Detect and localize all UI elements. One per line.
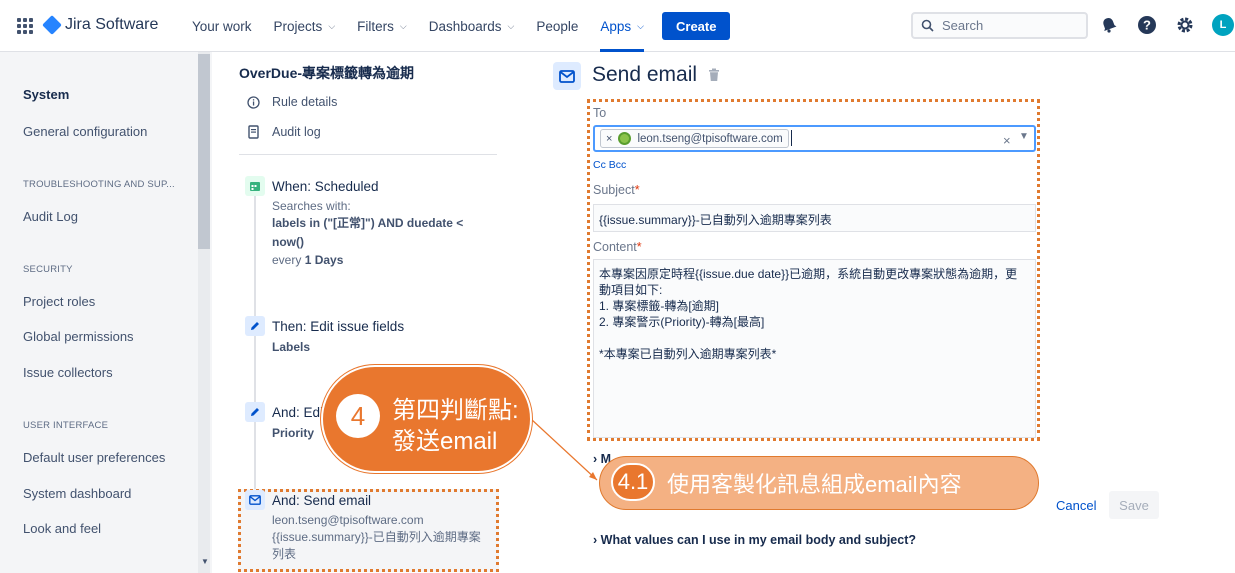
step41-number: 4.1: [611, 463, 655, 501]
step4-text-line2: 發送email: [392, 428, 498, 455]
step41-text: 使用客製化訊息組成email內容: [667, 472, 962, 497]
step4-text-line1: 第四判斷點:: [392, 397, 519, 424]
step4-number: 4: [336, 394, 380, 438]
